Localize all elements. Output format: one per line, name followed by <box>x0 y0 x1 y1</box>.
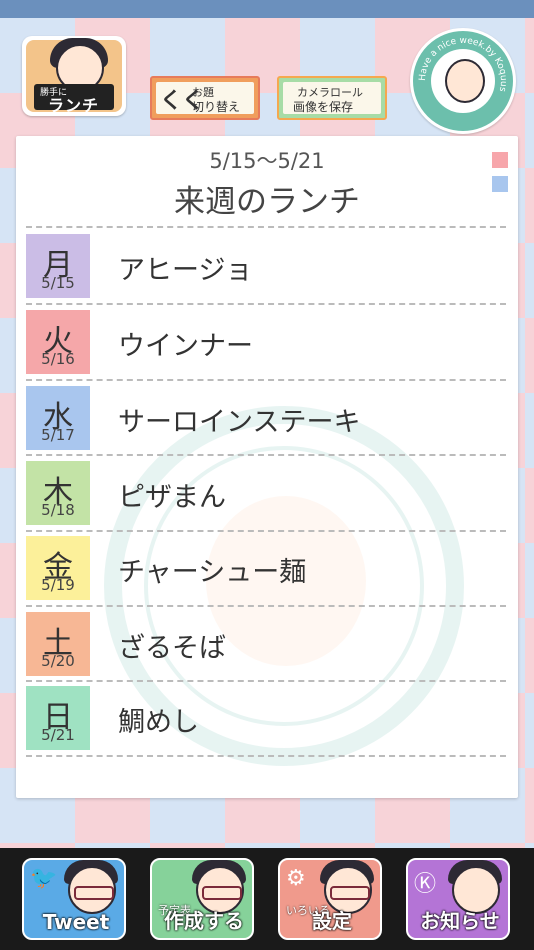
day-badge: 土 5/20 <box>26 612 90 676</box>
app-logo-badge[interactable]: Have a nice week.by Koquus <box>410 28 516 134</box>
day-badge: 水 5/17 <box>26 386 90 450</box>
day-badge: 月 5/15 <box>26 234 90 298</box>
meal-name: ざるそば <box>118 633 226 664</box>
status-bar <box>0 0 534 18</box>
week-range: 5/15〜5/21 <box>209 149 325 173</box>
day-row-sun[interactable]: 日 5/21 鯛めし <box>26 686 506 750</box>
day-date: 5/17 <box>41 426 75 444</box>
avatar: 勝手に ランチ <box>26 38 122 115</box>
tweet-button[interactable]: 🐦 Tweet <box>22 858 126 940</box>
switch-topic-button[interactable]: くく お題 切り替え <box>150 76 260 120</box>
k-logo-icon: Ⓚ <box>414 872 437 897</box>
pink-color-swatch[interactable] <box>492 152 508 168</box>
meal-name: ウインナー <box>118 331 253 362</box>
save-image-button[interactable]: カメラロール 画像を保存 <box>277 76 387 120</box>
day-badge: 金 5/19 <box>26 536 90 600</box>
divider <box>26 680 506 682</box>
tweet-label: Tweet <box>42 910 110 934</box>
day-badge: 火 5/16 <box>26 310 90 374</box>
switch-label-2: 切り替え <box>192 100 241 114</box>
day-badge: 日 5/21 <box>26 686 90 750</box>
avatar-sign-title: ランチ <box>48 96 100 115</box>
meal-name: ピザまん <box>118 482 226 513</box>
page-title: 来週のランチ <box>174 184 360 220</box>
divider <box>26 755 506 757</box>
svg-text:Have a nice week.by Koquus: Have a nice week.by Koquus <box>418 36 508 93</box>
day-date: 5/19 <box>41 576 75 594</box>
create-schedule-label: 作成する <box>164 909 244 933</box>
save-label-2: 画像を保存 <box>293 100 354 114</box>
divider <box>26 303 506 305</box>
day-row-wed[interactable]: 水 5/17 サーロインステーキ <box>26 386 506 450</box>
glasses-icon <box>74 886 114 900</box>
news-button[interactable]: Ⓚ お知らせ <box>406 858 510 940</box>
divider <box>26 379 506 381</box>
day-date: 5/15 <box>41 274 75 292</box>
weekly-lunch-card: 5/15〜5/21 来週のランチ 月 5/15 アヒージョ 火 5/16 ウイン… <box>16 136 518 798</box>
glasses-icon <box>202 886 242 900</box>
avatar-sign: 勝手に ランチ <box>34 84 114 115</box>
badge-text: Have a nice week.by Koquus <box>418 36 508 93</box>
theme-avatar-button[interactable]: 勝手に ランチ <box>22 36 126 116</box>
divider <box>26 605 506 607</box>
create-schedule-button[interactable]: 予定表 作成する <box>150 858 254 940</box>
news-label: お知らせ <box>420 909 500 933</box>
badge-ring-text: Have a nice week.by Koquus <box>418 36 508 93</box>
meal-name: アヒージョ <box>118 255 253 286</box>
bird-icon: 🐦 <box>30 866 58 891</box>
meal-name: チャーシュー麺 <box>118 557 307 588</box>
divider <box>26 454 506 456</box>
day-date: 5/20 <box>41 652 75 670</box>
settings-button[interactable]: ⚙ いろいろ 設定 <box>278 858 382 940</box>
gear-icon: ⚙ <box>286 866 306 891</box>
day-row-mon[interactable]: 月 5/15 アヒージョ <box>26 234 506 298</box>
day-row-sat[interactable]: 土 5/20 ざるそば <box>26 612 506 676</box>
day-date: 5/16 <box>41 350 75 368</box>
meal-name: 鯛めし <box>118 707 199 738</box>
settings-label: 設定 <box>312 909 352 933</box>
divider <box>26 226 506 228</box>
glasses-icon <box>330 886 370 900</box>
day-date: 5/21 <box>41 726 75 744</box>
day-badge: 木 5/18 <box>26 461 90 525</box>
day-date: 5/18 <box>41 501 75 519</box>
divider <box>26 530 506 532</box>
meal-name: サーロインステーキ <box>118 407 361 438</box>
day-row-tue[interactable]: 火 5/16 ウインナー <box>26 310 506 374</box>
day-row-thu[interactable]: 木 5/18 ピザまん <box>26 461 506 525</box>
day-row-fri[interactable]: 金 5/19 チャーシュー麺 <box>26 536 506 600</box>
blue-color-swatch[interactable] <box>492 176 508 192</box>
